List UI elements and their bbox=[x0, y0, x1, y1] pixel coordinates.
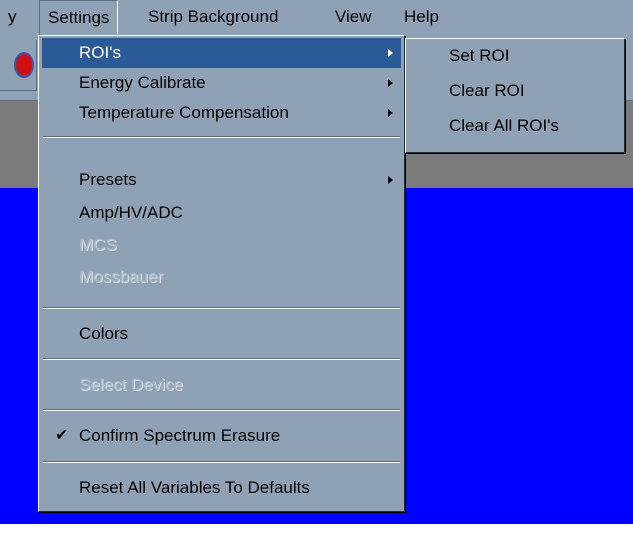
submenu-arrow-icon bbox=[388, 109, 393, 117]
menu-item-mcs: MCS bbox=[42, 230, 401, 260]
roi-submenu: Set ROI Clear ROI Clear All ROI's bbox=[405, 38, 625, 153]
menu-item-label: Select Device bbox=[79, 375, 183, 394]
menu-item-amp-hv-adc[interactable]: Amp/HV/ADC bbox=[42, 198, 401, 228]
menu-item-label: Amp/HV/ADC bbox=[79, 203, 183, 222]
menu-item-temperature-compensation[interactable]: Temperature Compensation bbox=[42, 98, 401, 128]
menu-separator bbox=[43, 461, 400, 463]
menu-view[interactable]: View bbox=[327, 0, 380, 34]
menu-item-set-roi[interactable]: Set ROI bbox=[409, 41, 621, 71]
menu-item-reset-all-variables[interactable]: Reset All Variables To Defaults bbox=[42, 473, 401, 503]
menu-item-label: Mossbauer bbox=[79, 267, 164, 286]
menu-item-confirm-spectrum-erasure[interactable]: ✔ Confirm Spectrum Erasure bbox=[42, 421, 401, 451]
menu-item-partial[interactable]: y bbox=[0, 0, 25, 34]
menu-separator bbox=[43, 136, 400, 138]
red-circle-icon bbox=[14, 52, 34, 78]
menu-bar: y Settings Strip Background View Help bbox=[0, 0, 633, 34]
submenu-arrow-icon bbox=[388, 79, 393, 87]
submenu-arrow-icon bbox=[388, 49, 393, 57]
menu-separator bbox=[43, 307, 400, 309]
menu-help[interactable]: Help bbox=[396, 0, 447, 34]
menu-item-mossbauer: Mossbauer bbox=[42, 262, 401, 292]
submenu-arrow-icon bbox=[388, 176, 393, 184]
menu-item-rois[interactable]: ROI's bbox=[42, 38, 401, 68]
menu-separator bbox=[43, 409, 400, 411]
menu-item-select-device: Select Device bbox=[42, 370, 401, 400]
menu-item-label: Colors bbox=[79, 324, 129, 343]
menu-item-presets[interactable]: Presets bbox=[42, 165, 401, 195]
toolbar-button[interactable] bbox=[0, 40, 37, 91]
menu-item-label: Confirm Spectrum Erasure bbox=[79, 426, 281, 445]
menu-item-colors[interactable]: Colors bbox=[42, 319, 401, 349]
menu-item-label: Reset All Variables To Defaults bbox=[79, 478, 310, 497]
menu-item-energy-calibrate[interactable]: Energy Calibrate bbox=[42, 68, 401, 98]
menu-settings[interactable]: Settings bbox=[39, 0, 119, 34]
menu-separator bbox=[43, 358, 400, 360]
menu-item-label: ROI's bbox=[79, 43, 121, 62]
menu-item-clear-all-rois[interactable]: Clear All ROI's bbox=[409, 111, 621, 141]
client-bottom-edge bbox=[0, 524, 633, 534]
menu-item-label: Temperature Compensation bbox=[79, 103, 289, 122]
check-icon: ✔ bbox=[55, 427, 69, 444]
settings-dropdown-menu: ROI's Energy Calibrate Temperature Compe… bbox=[38, 35, 405, 512]
menu-item-label: Presets bbox=[79, 170, 137, 189]
menu-strip-background[interactable]: Strip Background bbox=[140, 0, 286, 34]
menu-item-clear-roi[interactable]: Clear ROI bbox=[409, 76, 621, 106]
menu-item-label: MCS bbox=[79, 235, 117, 254]
menu-item-label: Energy Calibrate bbox=[79, 73, 206, 92]
